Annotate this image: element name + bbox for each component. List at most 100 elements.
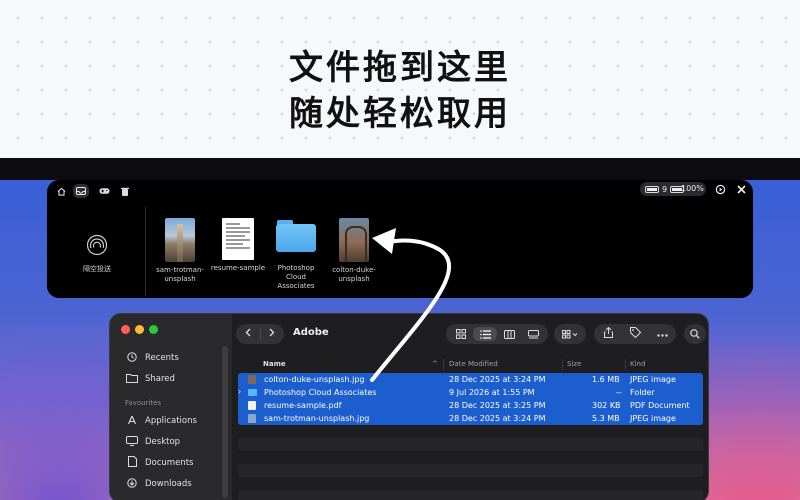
column-header-kind[interactable]: Kind	[630, 360, 645, 368]
desktop-icon	[126, 435, 138, 449]
table-row[interactable]: sam-trotman-unsplash.jpg 28 Dec 2025 at …	[238, 412, 703, 425]
actions-group	[594, 324, 676, 344]
column-header-name[interactable]: Name	[263, 360, 286, 368]
headline-line-2: 随处轻松取用	[289, 94, 511, 134]
forward-button[interactable]	[261, 328, 285, 340]
file-date: 28 Dec 2025 at 3:25 PM	[449, 401, 546, 410]
image-thumbnail	[165, 218, 195, 262]
battery-left-value: 9	[662, 184, 668, 194]
sidebar-section-favourites: Favourites	[125, 399, 162, 407]
tray-icon[interactable]	[73, 184, 89, 198]
shelf-item-label: colton-duke-unsplash	[332, 266, 376, 283]
group-by-button[interactable]	[554, 324, 586, 344]
shelf-item-image[interactable]: colton-duke-unsplash	[323, 218, 385, 284]
home-icon[interactable]	[53, 184, 69, 198]
sidebar-item-recents[interactable]: Recents	[126, 351, 179, 365]
finder-content: Adobe Name ^ Date Modified Size Kind col…	[232, 314, 708, 500]
airdrop-icon	[86, 234, 108, 256]
column-view-button[interactable]	[497, 327, 521, 341]
sidebar-scrollbar[interactable]	[222, 346, 228, 498]
sidebar-item-documents[interactable]: Documents	[126, 456, 193, 470]
shelf-item-document[interactable]: resume-sample	[207, 218, 269, 273]
pdf-file-icon	[248, 401, 256, 410]
settings-button[interactable]	[713, 182, 727, 196]
shelf-divider	[145, 206, 146, 296]
finder-sidebar: Recents Shared Favourites Applications D…	[110, 314, 232, 500]
sidebar-item-label: Recents	[145, 353, 179, 363]
table-row[interactable]: resume-sample.pdf 28 Dec 2025 at 3:25 PM…	[238, 399, 703, 412]
close-window-button[interactable]	[121, 325, 130, 334]
disclosure-chevron-icon[interactable]: ›	[238, 387, 241, 396]
back-button[interactable]	[236, 328, 260, 340]
file-name: Photoshop Cloud Associates	[264, 388, 377, 397]
icon-view-button[interactable]	[449, 327, 473, 341]
share-icon[interactable]	[595, 326, 622, 341]
table-row[interactable]: colton-duke-unsplash.jpg 28 Dec 2025 at …	[238, 373, 703, 386]
file-size: 302 KB	[592, 401, 621, 410]
image-file-icon	[248, 414, 256, 423]
desktop: 9 100% 隔空投送 sam-trotman-unsplash resume-…	[0, 158, 800, 500]
empty-row	[238, 438, 703, 451]
battery-percent: 100%	[681, 184, 704, 193]
shared-folder-icon	[126, 373, 138, 386]
applications-icon	[126, 415, 138, 428]
grid-chevron-icon	[562, 329, 578, 338]
window-title: Adobe	[293, 327, 329, 338]
sidebar-item-applications[interactable]: Applications	[126, 414, 197, 428]
airdrop-label: 隔空投送	[83, 265, 111, 273]
shelf-item-label: resume-sample	[210, 264, 266, 272]
folder-icon	[248, 389, 257, 396]
file-name: colton-duke-unsplash.jpg	[264, 375, 365, 384]
navigation-buttons	[236, 324, 284, 344]
empty-row	[238, 464, 703, 477]
gamepad-icon[interactable]	[96, 184, 112, 198]
file-kind: JPEG image	[630, 414, 676, 423]
sidebar-item-shared[interactable]: Shared	[126, 372, 175, 386]
finder-window: Recents Shared Favourites Applications D…	[109, 313, 709, 500]
document-icon	[126, 456, 138, 470]
shelf-item-image[interactable]: sam-trotman-unsplash	[149, 218, 211, 284]
shelf-item-label: sam-trotman-unsplash	[156, 266, 204, 283]
column-header-date[interactable]: Date Modified	[449, 360, 498, 368]
file-kind: JPEG image	[630, 375, 676, 384]
column-header-size[interactable]: Size	[567, 360, 581, 368]
column-header-row: Name ^ Date Modified Size Kind	[232, 358, 708, 372]
headline-line-1: 文件拖到这里	[289, 48, 511, 88]
sidebar-item-downloads[interactable]: Downloads	[126, 477, 192, 491]
zoom-window-button[interactable]	[149, 325, 158, 334]
search-icon[interactable]	[684, 324, 706, 344]
drop-shelf-panel: 9 100% 隔空投送 sam-trotman-unsplash resume-…	[47, 180, 753, 298]
sidebar-item-label: Documents	[145, 458, 194, 468]
column-separator	[443, 359, 444, 370]
promo-header: 文件拖到这里 随处轻松取用	[0, 0, 800, 160]
minimize-window-button[interactable]	[135, 325, 144, 334]
file-kind: PDF Document	[630, 401, 690, 410]
column-separator	[625, 359, 626, 370]
table-row[interactable]: › Photoshop Cloud Associates 9 Jul 2026 …	[238, 386, 703, 399]
empty-row	[238, 490, 703, 500]
clock-icon	[126, 351, 138, 365]
list-view-button[interactable]	[473, 327, 497, 341]
shelf-item-folder[interactable]: Photoshop Cloud Associates	[265, 218, 327, 291]
gallery-view-button[interactable]	[521, 327, 545, 341]
file-name: sam-trotman-unsplash.jpg	[264, 414, 370, 423]
sidebar-item-label: Desktop	[145, 437, 181, 447]
sidebar-item-desktop[interactable]: Desktop	[126, 435, 180, 449]
image-file-icon	[248, 375, 256, 384]
airdrop-target[interactable]: 隔空投送	[75, 234, 119, 274]
download-icon	[126, 477, 138, 491]
shelf-item-label: Photoshop Cloud Associates	[277, 264, 315, 290]
trash-icon[interactable]	[117, 184, 133, 198]
file-name: resume-sample.pdf	[264, 401, 342, 410]
sidebar-item-label: Downloads	[145, 479, 192, 489]
file-date: 9 Jul 2026 at 1:55 PM	[449, 388, 535, 397]
more-icon[interactable]	[649, 329, 676, 340]
file-size: 5.3 MB	[592, 414, 620, 423]
file-size: --	[616, 388, 622, 397]
sidebar-item-label: Shared	[145, 374, 175, 384]
close-icon[interactable]	[734, 182, 748, 196]
sort-chevron-icon: ^	[432, 360, 438, 368]
tag-icon[interactable]	[622, 327, 649, 341]
view-switcher	[446, 324, 548, 344]
file-date: 28 Dec 2025 at 3:24 PM	[449, 414, 546, 423]
